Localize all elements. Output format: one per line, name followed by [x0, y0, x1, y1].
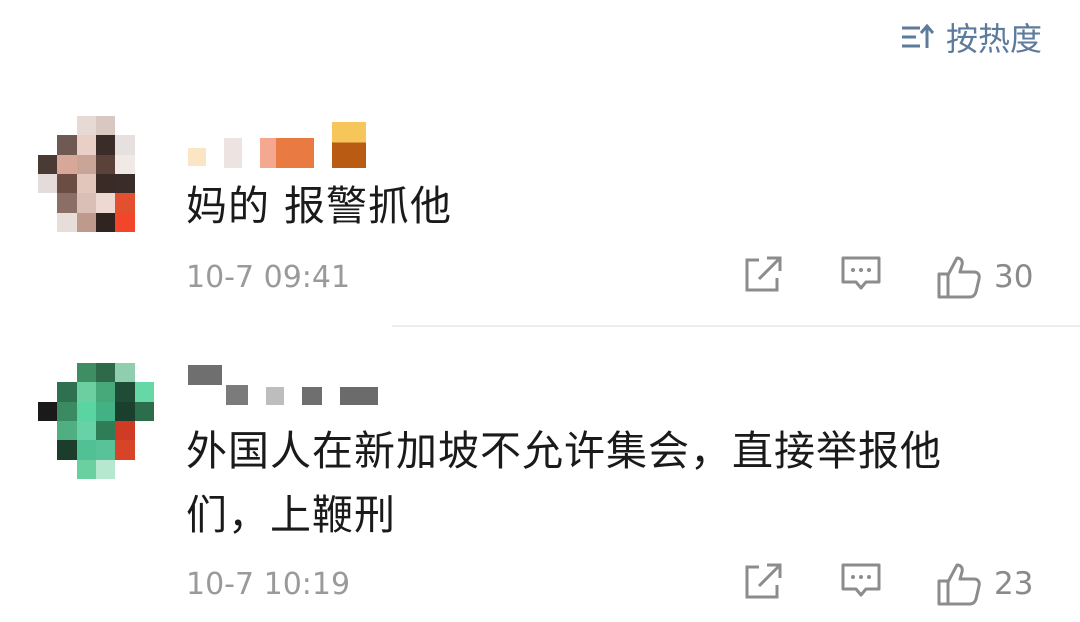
comment-actions: 30 [0, 254, 1080, 304]
share-button[interactable] [742, 254, 784, 294]
share-button[interactable] [742, 561, 784, 601]
comment-item: 外国人在新加坡不允许集会，直接举报他们，上鞭刑 10-7 10:19 23 [0, 345, 1080, 622]
like-icon [936, 561, 982, 607]
comment-divider [392, 325, 1080, 327]
sort-label: 按热度 [945, 20, 1042, 58]
share-icon [742, 254, 784, 294]
like-button[interactable]: 30 [936, 254, 1033, 300]
sort-icon [900, 22, 934, 52]
reply-icon [840, 561, 882, 601]
reply-button[interactable] [840, 561, 882, 601]
comment-text: 妈的 报警抓他 [186, 182, 453, 230]
like-icon [936, 254, 982, 300]
comment-actions: 23 [0, 561, 1080, 611]
like-count: 30 [994, 259, 1034, 295]
share-icon [742, 561, 784, 601]
like-count: 23 [994, 566, 1034, 602]
comment-item: 妈的 报警抓他 10-7 09:41 30 [0, 110, 1080, 324]
sort-by-hot-button[interactable]: 按热度 [900, 14, 1042, 60]
like-button[interactable]: 23 [936, 561, 1033, 607]
username-blurred[interactable] [188, 122, 366, 168]
comment-text: 外国人在新加坡不允许集会，直接举报他们，上鞭刑 [186, 427, 942, 539]
avatar[interactable] [38, 116, 154, 232]
reply-icon [840, 254, 882, 294]
avatar[interactable] [38, 363, 154, 479]
username-blurred[interactable] [188, 365, 378, 405]
reply-button[interactable] [840, 254, 882, 294]
